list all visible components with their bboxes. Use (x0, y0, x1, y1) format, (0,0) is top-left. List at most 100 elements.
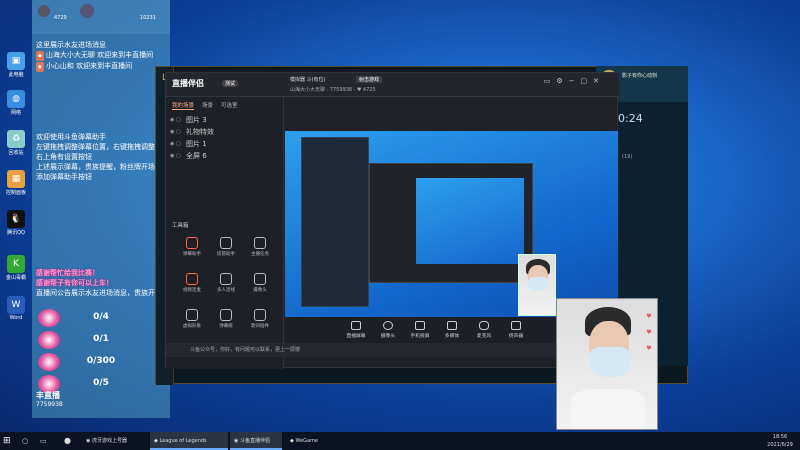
webcam-overlay: ♥ ♥ ♥ (556, 298, 658, 430)
danmu-chat-overlay[interactable]: 4729 10231 这里展示水友进场消息 ◆ 山海大小大无聊 欢迎来到丰直播间 … (32, 0, 170, 418)
desktop-icon-control-panel[interactable]: ▦ 控制面板 (1, 170, 31, 198)
phone-icon (415, 321, 425, 330)
search-icon[interactable]: ○ (22, 432, 28, 450)
windows-taskbar: ⊞ ○ ▭ ● ◉ 虎牙游戏上号器 ◆ League of Legends ◉ … (0, 432, 800, 450)
scene-panel: 我的场景场景可选室 图片 3 礼物特效 图片 1 全屏 6 工具箱 弹幕助手 房… (166, 97, 284, 369)
chat-footer: 丰直播 7759938 (36, 390, 166, 408)
highlight-message: 感谢帮忙给我比赛！ (36, 269, 99, 277)
room-id: 7759938 (36, 401, 63, 408)
desktop-icon-network[interactable]: ◍ 网络 (1, 90, 31, 118)
tool-admin[interactable]: 房管助手 (212, 237, 240, 265)
tab-scenes[interactable]: 场景 (202, 101, 213, 109)
taskbar-item[interactable]: ◆ WeGame (286, 432, 340, 450)
chat-message: 左键拖拽调整弹幕位置，右键拖拽调整窗体大小 (36, 143, 168, 151)
task-item[interactable]: 0/4 (32, 307, 170, 329)
desktop-icon-computer[interactable]: ▣ 此电脑 (1, 52, 31, 80)
task-view-icon[interactable]: ▭ (40, 432, 47, 450)
nested-chat-overlay (301, 137, 369, 307)
scene-item[interactable]: 全屏 6 (166, 150, 283, 162)
category-select[interactable]: 射击游戏 (356, 76, 383, 83)
tool-camera[interactable]: 摄像头 (246, 273, 274, 301)
microphone-icon (479, 321, 489, 330)
tab-optional[interactable]: 可选室 (221, 101, 238, 109)
live-title[interactable]: 模拟器 斗(有位) (290, 76, 326, 83)
clock-date: 2021/6/29 (767, 442, 793, 448)
screen-icon (351, 321, 361, 330)
taskbar-clock[interactable]: 18:56 2021/6/29 (760, 432, 800, 450)
danmaku-icon (220, 309, 232, 321)
app-titlebar: 直播伴侣 测试 模拟器 斗(有位) 射击游戏 山海大小大无聊 · 7759938… (166, 73, 619, 97)
speaker-button[interactable]: 扬声器 (501, 321, 531, 339)
camera-button[interactable]: 摄像头 (373, 321, 403, 339)
summoner-name: 影子有你心动刻 (622, 73, 658, 79)
desktop-icon-qq[interactable]: 🐧 腾讯QQ (1, 210, 31, 238)
room-notice: 直播间公告展示水友进场消息，贵族开通 (36, 289, 162, 297)
desktop-icon-recycle[interactable]: ♻ 回收站 (1, 130, 31, 158)
start-icon[interactable]: ⊞ (3, 432, 17, 450)
tool-multi-link[interactable]: 多人连线 (212, 273, 240, 301)
recycle-bin-icon: ♻ (7, 130, 25, 148)
danmu-icon (186, 237, 198, 249)
media-button[interactable]: 多媒体 (437, 321, 467, 339)
camera-icon (383, 321, 393, 330)
nested-app-preview (369, 163, 533, 283)
desktop-icon-word[interactable]: W Word (1, 296, 31, 324)
game-clock: 0:24 (618, 112, 643, 125)
chat-header: 4729 10231 (32, 0, 170, 34)
taskbar-item[interactable]: ◆ League of Legends (150, 432, 228, 450)
chat-message: 欢迎使用斗鱼弹幕助手 (36, 133, 106, 141)
screen-share-button[interactable]: 直播屏幕 (341, 321, 371, 339)
chat-message: 右上角有设置按钮 (36, 153, 92, 161)
chrome-icon[interactable]: ● (64, 432, 71, 450)
shield-icon: K (7, 255, 25, 273)
status-bar: 斗鱼公众号，你好，有问题可以联系，更上一层楼 (166, 343, 619, 357)
viewer-count: 4729 (54, 15, 67, 21)
video-link-icon (186, 273, 198, 285)
scene-item[interactable]: 图片 3 (166, 114, 283, 126)
clock-time: 18:56 (772, 434, 788, 440)
chat-message: 添加弹幕助手按钮 (36, 173, 92, 181)
play-icon (447, 321, 457, 330)
task-item[interactable]: 0/1 (32, 329, 170, 351)
taskbar-item[interactable]: ◉ 斗鱼直播伴侣 (230, 432, 282, 450)
phone-cast-button[interactable]: 手机投屏 (405, 321, 435, 339)
tool-task[interactable]: 主播任务 (246, 237, 274, 265)
camera-icon (254, 273, 266, 285)
tool-video-link[interactable]: 视频连麦 (178, 273, 206, 301)
hot-count: 10231 (140, 15, 156, 21)
tool-danmaku[interactable]: 弹幕姬 (212, 309, 240, 337)
toolbox-title: 工具箱 (172, 223, 189, 229)
network-icon: ◍ (7, 90, 25, 108)
qq-icon: 🐧 (7, 210, 25, 228)
tool-danmu[interactable]: 弹幕助手 (178, 237, 206, 265)
chat-message: ◆ 小心山和 欢迎来到丰直播间 (36, 62, 133, 72)
scene-item[interactable]: 图片 1 (166, 138, 283, 150)
microphone-button[interactable]: 麦克风 (469, 321, 499, 339)
scene-tabs: 我的场景 场景 可选室 (166, 97, 283, 114)
tool-lyrics[interactable]: 歌词插件 (246, 309, 274, 337)
friends-online-count: (19) (622, 154, 633, 160)
virtual-avatar-icon (186, 309, 198, 321)
task-icon (254, 237, 266, 249)
avatar (38, 5, 50, 17)
chat-message: 这里展示水友进场消息 (36, 41, 106, 49)
user-icon (80, 4, 94, 18)
douyu-live-companion-window[interactable]: 直播伴侣 测试 模拟器 斗(有位) 射击游戏 山海大小大无聊 · 7759938… (165, 72, 619, 369)
multi-link-icon (220, 273, 232, 285)
taskbar-item[interactable]: ◉ 虎牙游戏上号器 (82, 432, 142, 450)
tool-avatar[interactable]: 虚拟形象 (178, 309, 206, 337)
admin-icon (220, 237, 232, 249)
speaker-icon (511, 321, 521, 330)
task-item[interactable]: 0/300 (32, 351, 170, 373)
app-logo: 直播伴侣 (172, 79, 204, 88)
room-info: 山海大小大无聊 · 7759938 · ♥ 4725 (290, 87, 376, 93)
scene-item[interactable]: 礼物特效 (166, 126, 283, 138)
task-list: 0/4 0/1 0/300 0/5 (32, 307, 170, 395)
chat-messages: 这里展示水友进场消息 ◆ 山海大小大无聊 欢迎来到丰直播间 ◆ 小心山和 欢迎来到丰… (36, 40, 168, 298)
window-controls[interactable]: ▭⚙−▢✕ (544, 77, 605, 85)
computer-icon: ▣ (7, 52, 25, 70)
desktop-icon-duba[interactable]: K 金山毒霸 (1, 255, 31, 283)
tab-my-scenes[interactable]: 我的场景 (172, 101, 195, 110)
highlight-message: 感谢帮子有你可以上车！ (36, 279, 113, 287)
chat-message: ◆ 山海大小大无聊 欢迎来到丰直播间 (36, 51, 154, 61)
